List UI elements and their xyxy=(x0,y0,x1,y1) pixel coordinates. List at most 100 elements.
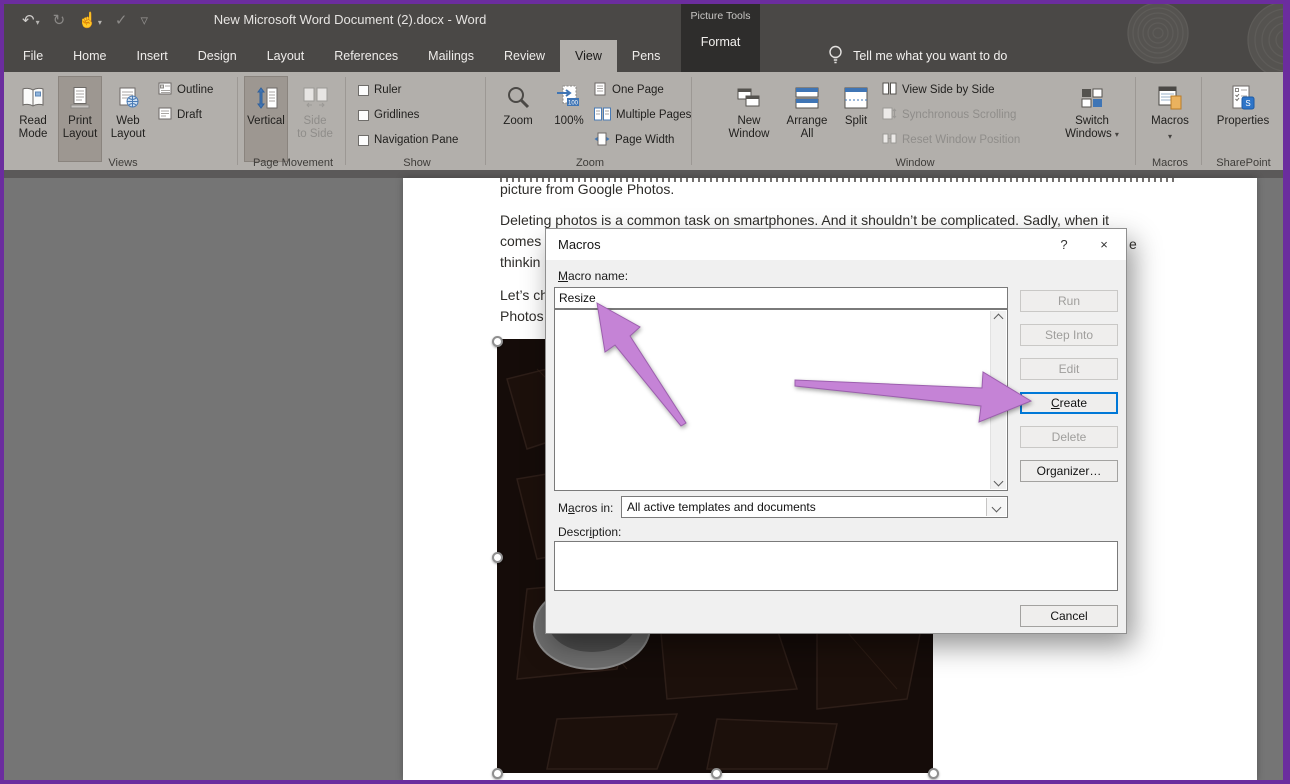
document-text-line[interactable]: Deleting photos is a common task on smar… xyxy=(500,212,1109,228)
tell-me-label: Tell me what you want to do xyxy=(853,49,1007,63)
document-text-line[interactable]: Photos xyxy=(500,308,546,324)
gridlines-label: Gridlines xyxy=(374,109,419,121)
scroll-down-icon[interactable] xyxy=(994,477,1004,487)
split-label: Split xyxy=(845,115,867,128)
macros-group-label: Macros xyxy=(1138,157,1202,169)
macros-in-dropdown[interactable]: All active templates and documents xyxy=(621,496,1008,518)
dialog-title-bar[interactable]: Macros ? × xyxy=(546,229,1126,260)
redo-icon[interactable]: ↻ xyxy=(53,11,66,29)
switch-windows-button[interactable]: Switch Windows ▾ xyxy=(1056,76,1128,162)
ribbon-group-views: Read Mode Print Layout Web Layout Outlin… xyxy=(8,72,238,170)
tab-pens[interactable]: Pens xyxy=(617,40,676,72)
multiple-pages-label: Multiple Pages xyxy=(616,109,691,121)
organizer-button[interactable]: Organizer… xyxy=(1020,460,1118,482)
print-layout-label-1: Print xyxy=(68,115,92,128)
split-button[interactable]: Split xyxy=(838,76,874,162)
switch-windows-label-2: Windows ▾ xyxy=(1065,128,1119,141)
synchronous-scrolling-label: Synchronous Scrolling xyxy=(902,109,1016,121)
navigation-pane-checkbox[interactable]: Navigation Pane xyxy=(358,130,458,150)
navigation-pane-checkbox-icon[interactable] xyxy=(358,135,369,146)
macros-button[interactable]: Macros ▾ xyxy=(1142,76,1198,162)
customize-qat-icon[interactable]: ▿ xyxy=(140,11,148,29)
zoom-button[interactable]: Zoom xyxy=(492,76,544,162)
tab-view[interactable]: View xyxy=(560,40,617,72)
tab-insert[interactable]: Insert xyxy=(122,40,183,72)
arrange-all-label-1: Arrange xyxy=(787,115,828,128)
print-layout-button[interactable]: Print Layout xyxy=(58,76,102,162)
zoom-100-button[interactable]: 100 100% xyxy=(546,76,592,162)
arrange-all-button[interactable]: Arrange All xyxy=(778,76,836,162)
scroll-up-icon[interactable] xyxy=(994,314,1004,324)
outline-icon xyxy=(158,82,172,98)
vertical-button[interactable]: Vertical xyxy=(244,76,288,162)
tab-format[interactable]: Format xyxy=(681,35,760,49)
one-page-button[interactable]: One Page xyxy=(594,80,664,100)
ribbon-group-page-movement: Vertical Side to Side Page Movement xyxy=(240,72,346,170)
arrange-all-label-2: All xyxy=(801,128,814,141)
undo-icon[interactable]: ↶▾ xyxy=(22,11,40,29)
reset-window-position-button: Reset Window Position xyxy=(882,130,1020,150)
properties-button[interactable]: S Properties xyxy=(1208,76,1278,162)
photo-resize-handle-bottom-center[interactable] xyxy=(711,768,722,779)
cancel-button[interactable]: Cancel xyxy=(1020,605,1118,627)
web-layout-icon xyxy=(115,81,141,115)
tab-file[interactable]: File xyxy=(8,40,58,72)
document-text-line[interactable]: picture from Google Photos. xyxy=(500,181,674,197)
touch-mode-icon[interactable]: ☝▾ xyxy=(78,11,102,29)
create-button[interactable]: Create xyxy=(1020,392,1118,414)
description-box[interactable] xyxy=(554,541,1118,591)
group-separator xyxy=(237,77,238,165)
zoom-label: Zoom xyxy=(503,115,532,128)
photo-resize-handle-mid-left[interactable] xyxy=(492,552,503,563)
view-side-by-side-button[interactable]: View Side by Side xyxy=(882,80,994,100)
run-button: Run xyxy=(1020,290,1118,312)
document-text-line[interactable]: comes xyxy=(500,233,541,249)
macro-name-input[interactable] xyxy=(554,287,1008,309)
tell-me-box[interactable]: Tell me what you want to do xyxy=(827,40,1007,72)
arrange-all-icon xyxy=(794,81,820,115)
tab-mailings[interactable]: Mailings xyxy=(413,40,489,72)
photo-resize-handle-bottom-right[interactable] xyxy=(928,768,939,779)
page-width-button[interactable]: Page Width xyxy=(594,130,674,150)
tab-layout[interactable]: Layout xyxy=(252,40,320,72)
photo-resize-handle-bottom-left[interactable] xyxy=(492,768,503,779)
ribbon-group-macros: Macros ▾ Macros xyxy=(1138,72,1202,170)
multiple-pages-button[interactable]: Multiple Pages xyxy=(594,105,691,125)
ruler-checkbox[interactable]: Ruler xyxy=(358,80,401,100)
tab-review[interactable]: Review xyxy=(489,40,560,72)
tab-references[interactable]: References xyxy=(319,40,413,72)
macro-list-scrollbar[interactable] xyxy=(990,311,1006,489)
document-text-line[interactable]: thinkin xyxy=(500,254,545,270)
web-layout-button[interactable]: Web Layout xyxy=(104,76,152,162)
dialog-help-button[interactable]: ? xyxy=(1046,237,1082,252)
side-to-side-button: Side to Side xyxy=(290,76,340,162)
view-side-by-side-icon xyxy=(882,82,897,98)
document-text-line[interactable]: Let’s ch xyxy=(500,287,547,303)
photo-resize-handle-top-left[interactable] xyxy=(492,336,503,347)
touch-mode-caret-icon[interactable]: ▾ xyxy=(98,18,102,27)
group-separator xyxy=(485,77,486,165)
quick-access-toolbar: ↶▾ ↻ ☝▾ ✓ ▿ xyxy=(22,0,148,40)
svg-text:100: 100 xyxy=(568,101,579,107)
save-check-icon[interactable]: ✓ xyxy=(115,11,128,29)
draft-button[interactable]: Draft xyxy=(158,105,202,125)
dialog-close-icon[interactable]: × xyxy=(1082,237,1126,252)
gridlines-checkbox-icon[interactable] xyxy=(358,110,369,121)
outline-label: Outline xyxy=(177,84,213,96)
dropdown-button[interactable] xyxy=(986,498,1006,516)
picture-tools-contextual[interactable]: Picture Tools Format xyxy=(681,0,760,72)
gridlines-checkbox[interactable]: Gridlines xyxy=(358,105,419,125)
new-window-button[interactable]: New Window xyxy=(722,76,776,162)
undo-caret-icon[interactable]: ▾ xyxy=(36,18,40,27)
page-width-icon xyxy=(594,132,610,149)
tab-design[interactable]: Design xyxy=(183,40,252,72)
ruler-checkbox-icon[interactable] xyxy=(358,85,369,96)
tab-home[interactable]: Home xyxy=(58,40,121,72)
macros-icon xyxy=(1156,81,1184,115)
read-mode-button[interactable]: Read Mode xyxy=(10,76,56,162)
outline-button[interactable]: Outline xyxy=(158,80,213,100)
new-window-label-2: Window xyxy=(729,128,770,141)
new-window-label-1: New xyxy=(737,115,760,128)
macro-list-box[interactable] xyxy=(554,309,1008,491)
print-layout-icon xyxy=(67,81,93,115)
